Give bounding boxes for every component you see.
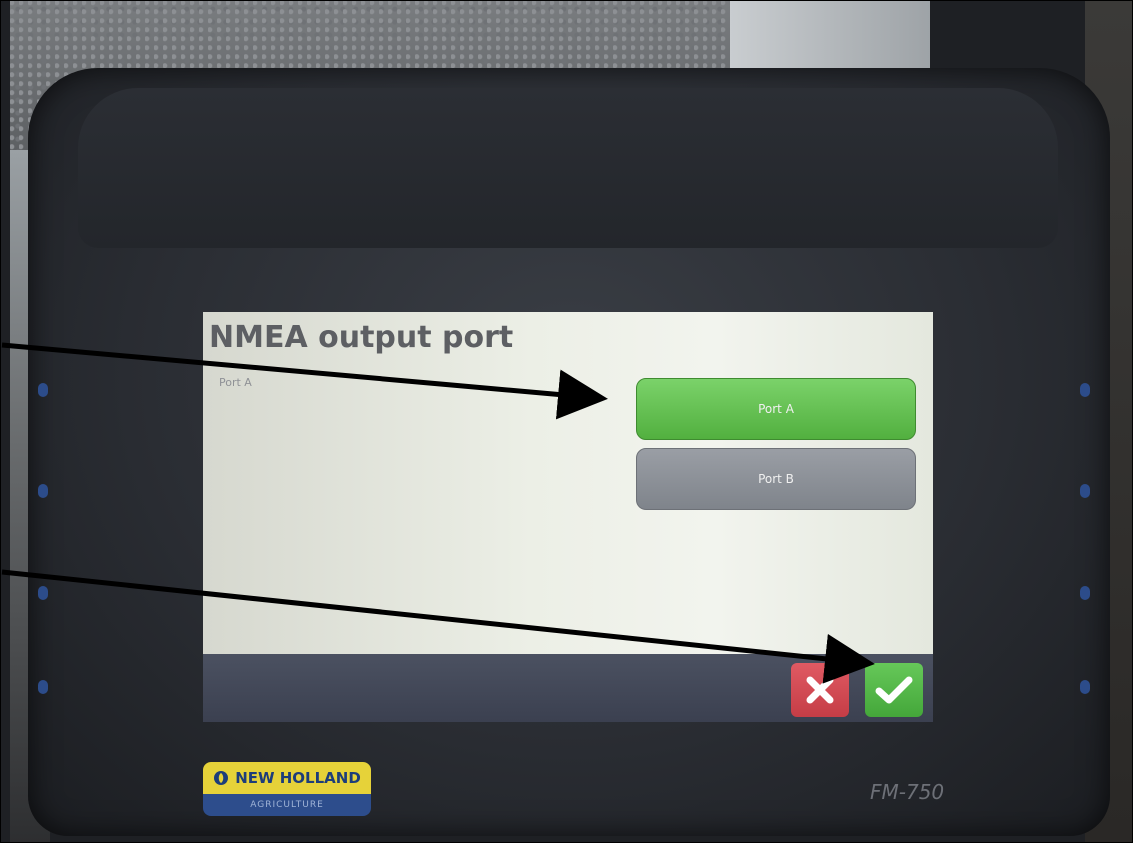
side-indicator-dot <box>1080 586 1090 600</box>
display-screen: NMEA output port Port A Port A Port B <box>203 312 933 722</box>
brand-subtitle: AGRICULTURE <box>203 794 371 816</box>
side-indicator-dot <box>38 383 48 397</box>
brand-logo: NEW HOLLAND AGRICULTURE <box>203 762 371 816</box>
side-indicator-dot <box>38 586 48 600</box>
option-port-b-label: Port B <box>758 472 794 486</box>
current-value-label: Port A <box>219 376 252 389</box>
brand-leaf-icon <box>214 771 229 785</box>
checkmark-icon <box>875 676 913 704</box>
confirm-button[interactable] <box>865 663 923 717</box>
brand-name: NEW HOLLAND <box>235 769 361 787</box>
side-indicator-dot <box>1080 680 1090 694</box>
close-x-icon <box>806 676 834 704</box>
side-indicator-dot <box>1080 383 1090 397</box>
cancel-button[interactable] <box>791 663 849 717</box>
option-port-a-button[interactable]: Port A <box>636 378 916 440</box>
device-model-label: FM-750 <box>870 780 945 804</box>
bezel-top <box>78 88 1058 248</box>
side-indicator-dot <box>38 484 48 498</box>
page-title: NMEA output port <box>209 320 514 355</box>
option-port-a-label: Port A <box>758 402 794 416</box>
device-photo: NMEA output port Port A Port A Port B NE <box>0 0 1133 843</box>
option-port-b-button[interactable]: Port B <box>636 448 916 510</box>
side-indicator-dot <box>38 680 48 694</box>
side-indicator-dot <box>1080 484 1090 498</box>
